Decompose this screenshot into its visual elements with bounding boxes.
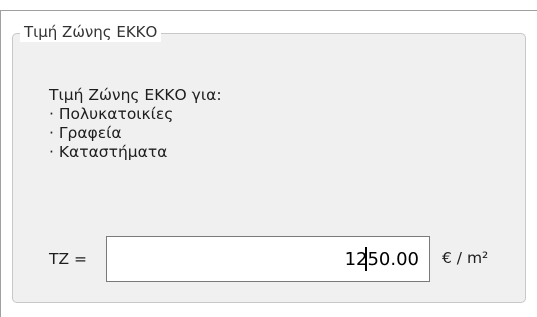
description-heading: Τιμή Ζώνης ΕΚΚΟ για: <box>49 86 222 104</box>
description-item-stores: · Καταστήματα <box>49 143 168 161</box>
dialog-panel: Τιμή Ζώνης ΕΚΚΟ Τιμή Ζώνης ΕΚΚΟ για: · Π… <box>0 0 537 317</box>
groupbox-title-text: Τιμή Ζώνης ΕΚΚΟ <box>24 23 158 41</box>
top-border <box>0 10 537 11</box>
description-text: Τιμή Ζώνης ΕΚΚΟ για: · Πολυκατοικίες · Γ… <box>49 86 222 162</box>
tz-label: TZ = <box>49 250 88 268</box>
groupbox-title: Τιμή Ζώνης ΕΚΚΟ <box>20 22 162 42</box>
description-item-apartment-buildings: · Πολυκατοικίες <box>49 105 174 123</box>
left-border <box>0 10 1 317</box>
description-item-offices: · Γραφεία <box>49 124 122 142</box>
tz-unit-label: € / m² <box>442 249 489 267</box>
text-caret <box>365 247 367 271</box>
tz-value-input[interactable] <box>106 236 430 282</box>
